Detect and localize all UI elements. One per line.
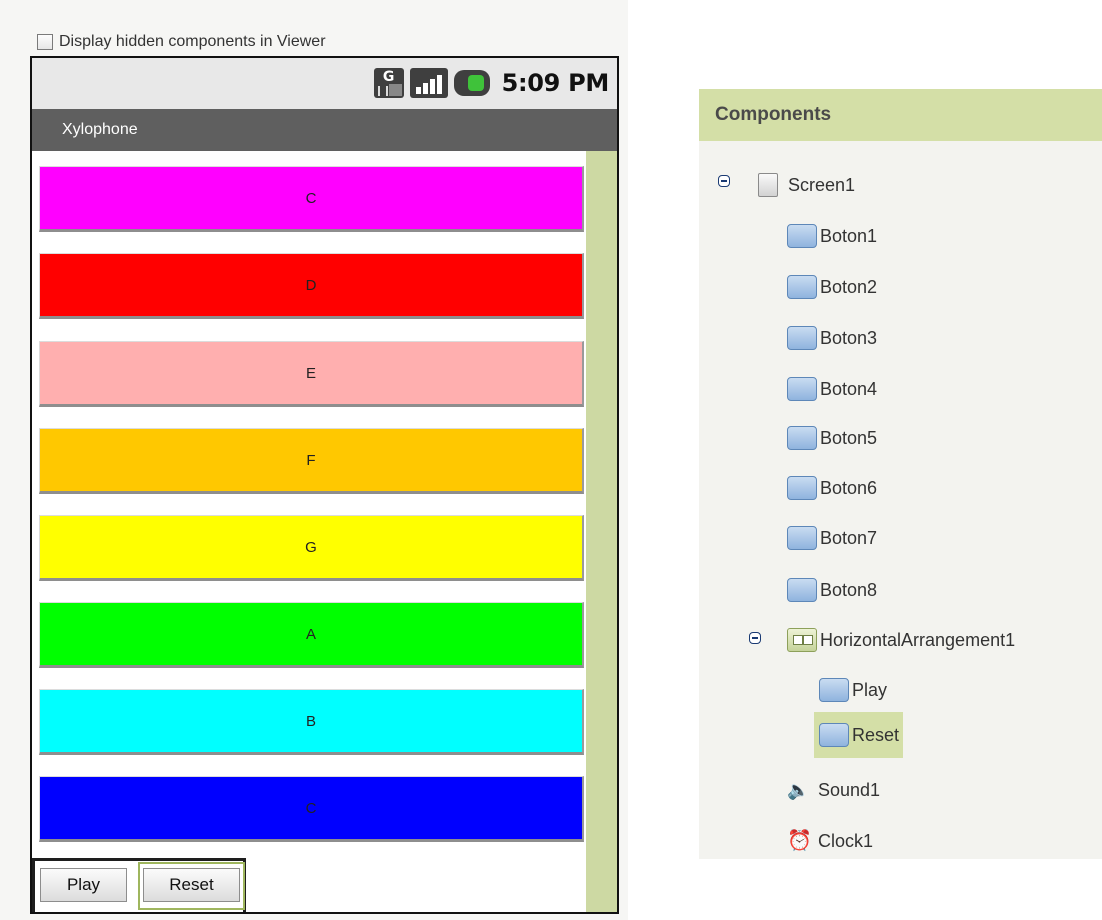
- tree-item-boton6[interactable]: Boton6: [787, 469, 877, 507]
- tree-item-boton3[interactable]: Boton3: [787, 319, 877, 357]
- note-label: C: [305, 799, 317, 817]
- play-button[interactable]: Play: [40, 868, 127, 902]
- app-title: Xylophone: [62, 121, 138, 138]
- reset-selection-outline: Reset: [138, 862, 245, 910]
- viewer-scrollbar[interactable]: [586, 151, 617, 912]
- tree-item-boton8[interactable]: Boton8: [787, 571, 877, 609]
- note-button-a[interactable]: A: [39, 602, 584, 668]
- network-data-icon: G: [373, 68, 404, 98]
- note-button-b[interactable]: B: [39, 689, 584, 755]
- tree-item-boton4[interactable]: Boton4: [787, 370, 877, 408]
- button-icon: [787, 224, 817, 248]
- tree-item-horizontalarrangement1[interactable]: HorizontalArrangement1: [787, 621, 1015, 659]
- network-label: G: [382, 69, 395, 85]
- tree-item-label: Boton1: [820, 225, 878, 246]
- button-icon: [819, 678, 849, 702]
- note-button-g[interactable]: G: [39, 515, 584, 581]
- note-label: F: [306, 451, 316, 469]
- phone-preview: G 5:09 PM Xylophone C D E F G A B C Play: [30, 56, 619, 914]
- note-label: D: [305, 276, 317, 294]
- note-button-c[interactable]: C: [39, 166, 584, 232]
- battery-icon: [453, 70, 490, 96]
- note-label: E: [305, 364, 316, 382]
- display-hidden-components-label: Display hidden components in Viewer: [59, 33, 326, 50]
- note-button-d[interactable]: D: [39, 253, 584, 319]
- components-panel: Components Screen1 Boton1 Boton2 Boton3 …: [699, 89, 1102, 859]
- tree-item-label: Screen1: [788, 174, 856, 195]
- collapse-icon[interactable]: [718, 175, 730, 187]
- screen-content: C D E F G A B C Play Reset: [32, 151, 617, 912]
- tree-item-label: Reset: [852, 724, 900, 745]
- reset-button-label: Reset: [169, 875, 214, 894]
- button-icon: [787, 275, 817, 299]
- alarm-clock-icon: ⏰: [787, 830, 812, 852]
- tree-item-sound1[interactable]: 🔈 Sound1: [787, 771, 880, 809]
- button-icon: [787, 526, 817, 550]
- tree-item-boton7[interactable]: Boton7: [787, 519, 877, 557]
- app-title-bar: Xylophone: [32, 109, 617, 151]
- checkbox-icon[interactable]: [37, 34, 53, 50]
- signal-strength-icon: [409, 68, 448, 98]
- tree-item-boton1[interactable]: Boton1: [787, 217, 877, 255]
- button-icon: [819, 723, 849, 747]
- button-icon: [787, 426, 817, 450]
- tree-item-boton5[interactable]: Boton5: [787, 419, 877, 457]
- components-header: Components: [699, 89, 1102, 141]
- note-label: C: [305, 189, 317, 207]
- status-bar: G 5:09 PM: [32, 58, 617, 109]
- button-icon: [787, 377, 817, 401]
- tree-item-label: Sound1: [818, 779, 881, 800]
- tree-item-screen1[interactable]: Screen1: [758, 166, 855, 204]
- tree-item-label: Boton4: [820, 378, 878, 399]
- speaker-icon: 🔈: [787, 780, 810, 800]
- horizontal-arrangement: Play Reset: [32, 858, 246, 912]
- tree-item-boton2[interactable]: Boton2: [787, 268, 877, 306]
- horizontal-arrangement-icon: [787, 628, 817, 652]
- collapse-icon[interactable]: [749, 632, 761, 644]
- button-icon: [787, 578, 817, 602]
- reset-button[interactable]: Reset: [143, 868, 240, 902]
- status-clock: 5:09 PM: [501, 69, 610, 97]
- tree-item-label: HorizontalArrangement1: [820, 629, 1016, 650]
- tree-item-label: Boton3: [820, 327, 878, 348]
- tree-item-label: Boton8: [820, 579, 878, 600]
- tree-item-play[interactable]: Play: [819, 671, 887, 709]
- note-label: G: [305, 538, 317, 556]
- note-label: A: [305, 625, 316, 643]
- play-button-label: Play: [66, 875, 101, 894]
- display-hidden-components-row[interactable]: Display hidden components in Viewer: [37, 31, 326, 53]
- note-button-e[interactable]: E: [39, 341, 584, 407]
- tree-item-label: Play: [852, 679, 888, 700]
- note-label: B: [305, 712, 316, 730]
- tree-item-label: Clock1: [818, 830, 874, 851]
- tree-item-label: Boton6: [820, 477, 878, 498]
- screen-icon: [758, 173, 778, 197]
- button-icon: [787, 476, 817, 500]
- button-icon: [787, 326, 817, 350]
- tree-item-label: Boton2: [820, 276, 878, 297]
- tree-item-reset[interactable]: Reset: [814, 712, 904, 758]
- note-button-high-c[interactable]: C: [39, 776, 584, 842]
- tree-item-clock1[interactable]: ⏰ Clock1: [787, 822, 873, 860]
- tree-item-label: Boton5: [820, 427, 878, 448]
- tree-item-label: Boton7: [820, 527, 878, 548]
- note-button-f[interactable]: F: [39, 428, 584, 494]
